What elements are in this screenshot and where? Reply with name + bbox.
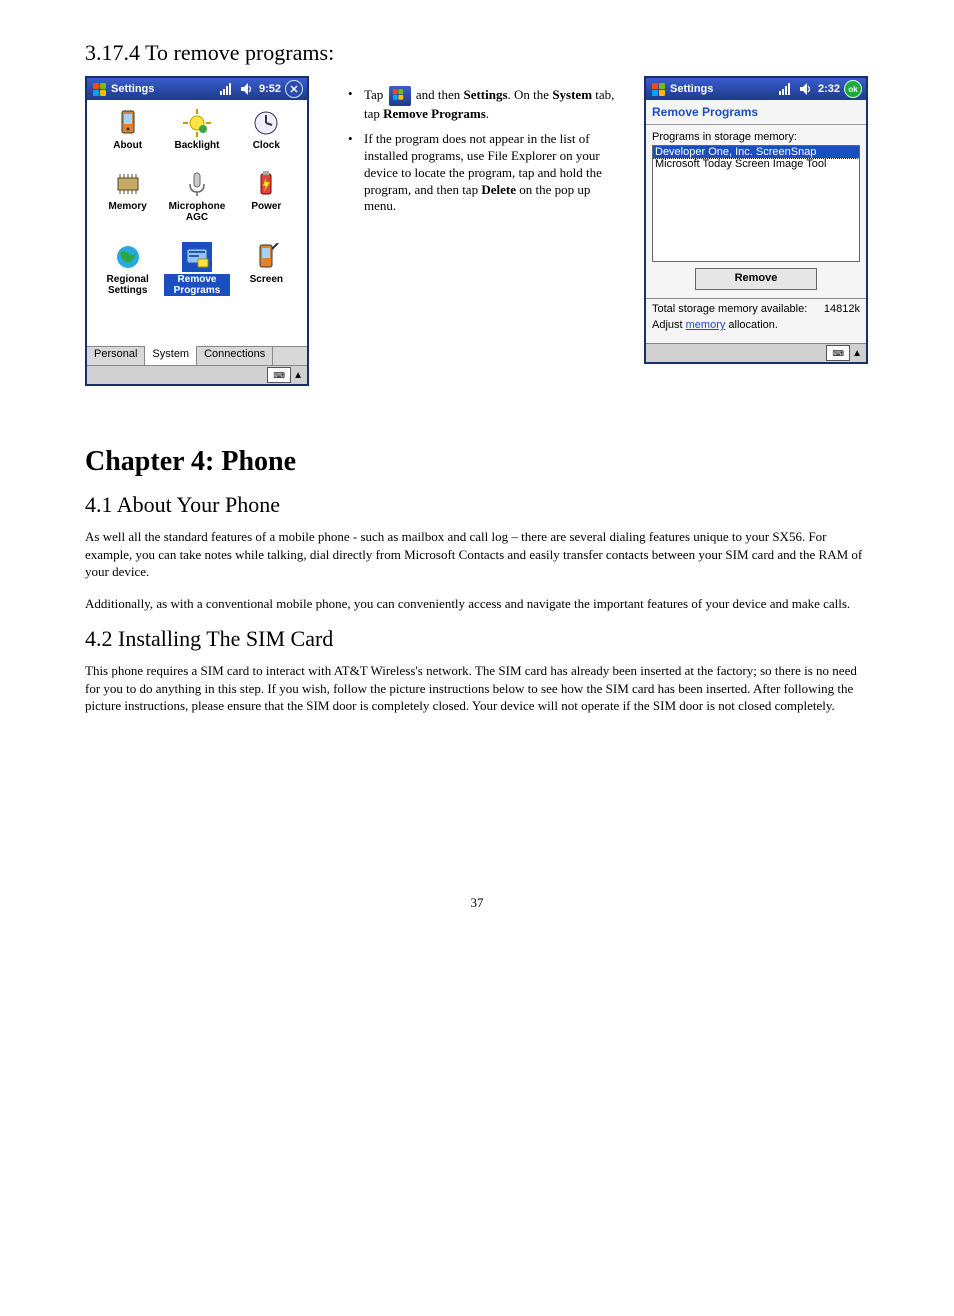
tab-personal[interactable]: Personal xyxy=(87,347,145,365)
keyboard-icon[interactable]: ⌨ xyxy=(826,345,850,361)
paragraph-41b: Additionally, as with a conventional mob… xyxy=(85,595,869,613)
tab-connections[interactable]: Connections xyxy=(197,347,273,365)
settings-tile-globe[interactable]: Regional Settings xyxy=(93,240,162,306)
page-number: 37 xyxy=(85,895,869,911)
total-storage-value: 14812k xyxy=(824,303,860,315)
start-flag-icon[interactable] xyxy=(91,81,107,97)
speaker-icon xyxy=(798,81,814,97)
settings-tile-memory[interactable]: Memory xyxy=(93,167,162,233)
device-time: 2:32 xyxy=(818,83,840,95)
settings-tile-about[interactable]: About xyxy=(93,106,162,161)
keyboard-icon[interactable]: ⌨ xyxy=(267,367,291,383)
tab-system[interactable]: System xyxy=(145,345,197,365)
backlight-icon xyxy=(182,108,212,138)
settings-tile-clock[interactable]: Clock xyxy=(232,106,301,161)
tile-label: Backlight xyxy=(174,140,219,151)
settings-tile-backlight[interactable]: Backlight xyxy=(162,106,231,161)
mic-icon xyxy=(182,169,212,199)
remove-programs-title: Remove Programs xyxy=(646,100,866,125)
program-list-item[interactable]: Developer One, Inc. ScreenSnap xyxy=(653,146,859,158)
signal-icon xyxy=(778,81,794,97)
device-title: Settings xyxy=(111,83,154,95)
sip-arrow-icon[interactable]: ▲ xyxy=(852,348,862,359)
chapter-title: Chapter 4: Phone xyxy=(85,446,869,478)
tile-label: About xyxy=(113,140,142,151)
tile-label: Clock xyxy=(253,140,280,151)
programs-list-label: Programs in storage memory: xyxy=(652,131,860,143)
tile-label: Screen xyxy=(250,274,283,285)
remove-programs-device-screenshot: Settings 2:32 ok Remove Programs xyxy=(644,76,868,364)
tile-label: Regional Settings xyxy=(95,274,160,296)
settings-tile-screen[interactable]: Screen xyxy=(232,240,301,306)
globe-icon xyxy=(113,242,143,272)
tile-label: Remove Programs xyxy=(164,274,229,296)
memory-link[interactable]: memory xyxy=(686,319,726,331)
instruction-list: Tap and then Settings. On the System tab… xyxy=(330,86,624,215)
start-flag-inline-icon xyxy=(389,86,411,106)
programs-listbox[interactable]: Developer One, Inc. ScreenSnapMicrosoft … xyxy=(652,145,860,262)
program-list-item[interactable]: Microsoft Today Screen Image Tool xyxy=(653,158,859,170)
paragraph-41a: As well all the standard features of a m… xyxy=(85,528,869,581)
section-heading: 3.17.4 To remove programs: xyxy=(85,40,869,66)
settings-tile-power[interactable]: Power xyxy=(232,167,301,233)
settings-device-screenshot: Settings 9:52 ✕ AboutBacklightClo xyxy=(85,76,309,386)
close-icon[interactable]: ✕ xyxy=(285,80,303,98)
speaker-icon xyxy=(239,81,255,97)
ok-icon[interactable]: ok xyxy=(844,80,862,98)
total-storage-label: Total storage memory available: xyxy=(652,303,807,315)
paragraph-42: This phone requires a SIM card to intera… xyxy=(85,662,869,715)
tile-label: Power xyxy=(251,201,281,212)
start-flag-icon[interactable] xyxy=(650,81,666,97)
signal-icon xyxy=(219,81,235,97)
settings-tile-remove[interactable]: Remove Programs xyxy=(162,240,231,306)
settings-tile-mic[interactable]: Microphone AGC xyxy=(162,167,231,233)
power-icon xyxy=(251,169,281,199)
tile-label: Microphone AGC xyxy=(164,201,229,223)
screen-icon xyxy=(251,242,281,272)
memory-icon xyxy=(113,169,143,199)
clock-icon xyxy=(251,108,281,138)
about-icon xyxy=(113,108,143,138)
device-title: Settings xyxy=(670,83,713,95)
tile-label: Memory xyxy=(108,201,146,212)
device-time: 9:52 xyxy=(259,83,281,95)
sip-arrow-icon[interactable]: ▲ xyxy=(293,370,303,381)
remove-button[interactable]: Remove xyxy=(695,268,817,290)
section-41-title: 4.1 About Your Phone xyxy=(85,492,869,518)
remove-icon xyxy=(182,242,212,272)
section-42-title: 4.2 Installing The SIM Card xyxy=(85,626,869,652)
